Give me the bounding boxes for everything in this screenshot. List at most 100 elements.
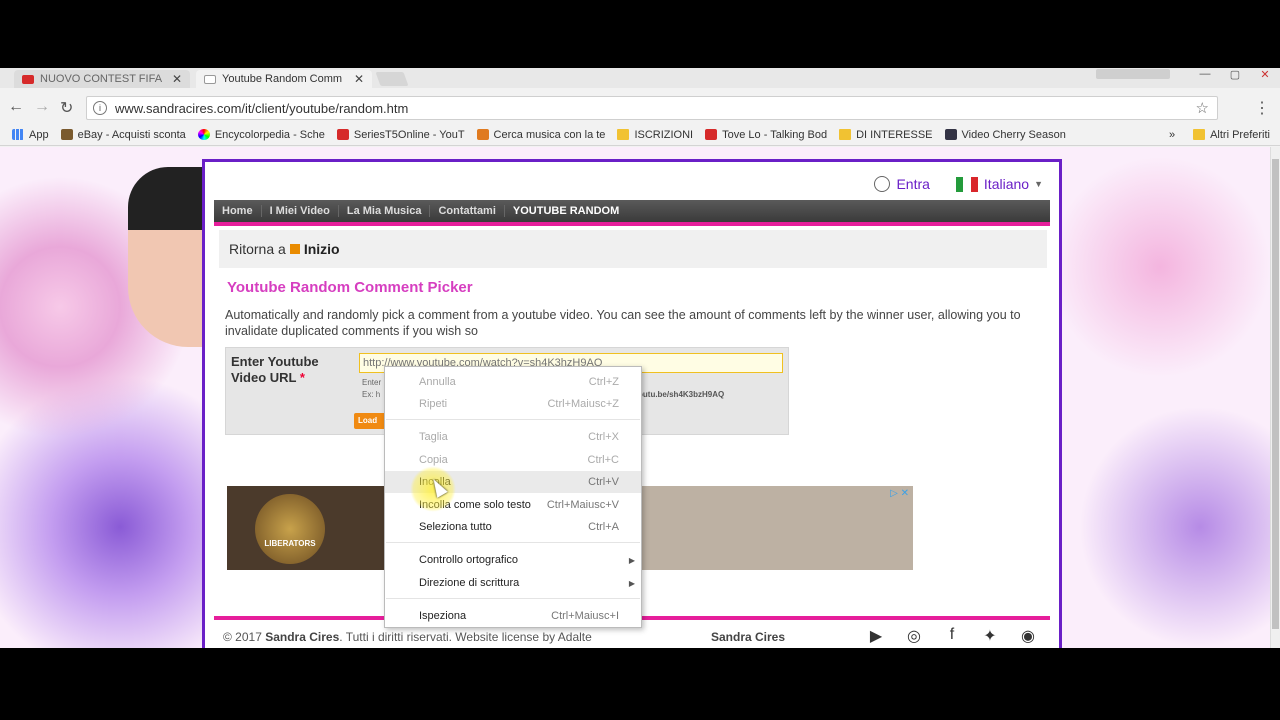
menu-dots-icon[interactable]: ⋮	[1254, 98, 1270, 118]
apps-grid-icon	[12, 129, 24, 140]
page-icon	[204, 74, 216, 84]
menu-item-label: Direzione di scrittura	[419, 577, 520, 589]
menu-item-controllo-ortografico[interactable]: Controllo ortografico ▶	[385, 549, 641, 571]
menu-item-label: Seleziona tutto	[419, 521, 492, 533]
url-hint-line1: Enter	[362, 378, 382, 387]
bookmark-cerca-musica[interactable]: Cerca musica con la te	[476, 129, 605, 141]
bookmark-label: Video Cherry Season	[961, 128, 1066, 141]
close-window-icon[interactable]: ✕	[1250, 68, 1280, 84]
back-arrow-icon[interactable]: ←	[8, 98, 24, 116]
info-icon[interactable]: i	[93, 101, 107, 115]
bookmark-ebay[interactable]: eBay - Acquisti sconta	[60, 129, 186, 141]
tab-youtube-random[interactable]: Youtube Random Comm ✕	[196, 70, 372, 88]
bookmark-label: SeriesT5Online - YouT	[353, 128, 465, 141]
bookmark-altri-preferiti[interactable]: Altri Preferiti	[1193, 129, 1270, 141]
bookmark-video-cherry[interactable]: Video Cherry Season	[944, 128, 1066, 141]
reload-icon[interactable]: ↻	[60, 98, 73, 118]
tab-fifa-contest[interactable]: NUOVO CONTEST FIFA P ✕	[14, 70, 190, 88]
menu-item-copia[interactable]: Copia Ctrl+C	[385, 449, 641, 471]
copyright-rest: . Tutti i diritti riservati. Website lic…	[339, 630, 592, 644]
bookmarks-overflow-button[interactable]: »	[1169, 129, 1175, 141]
new-tab-button[interactable]	[375, 72, 409, 86]
menu-item-shortcut: Ctrl+C	[587, 454, 619, 466]
bookmark-label: ISCRIZIONI	[634, 128, 694, 141]
bookmark-seriest5online[interactable]: SeriesT5Online - YouT	[336, 128, 465, 141]
menu-item-label: Controllo ortografico	[419, 554, 519, 566]
menu-separator	[386, 598, 640, 599]
bag-icon	[60, 129, 73, 140]
facebook-icon[interactable]: f	[941, 626, 963, 646]
menu-item-shortcut: Ctrl+X	[588, 431, 619, 443]
menu-item-ispeziona[interactable]: Ispeziona Ctrl+Maiusc+I	[385, 605, 641, 627]
profile-button[interactable]	[1096, 69, 1170, 79]
url-field-label: Enter Youtube Video URL *	[231, 354, 341, 386]
breadcrumb: Ritorna a Inizio	[219, 230, 1047, 268]
overflow-chevron-icon: »	[1168, 128, 1176, 141]
bookmark-label: DI INTERESSE	[856, 128, 933, 141]
youtube-icon[interactable]: ▶	[865, 626, 887, 646]
tab-strip: NUOVO CONTEST FIFA P ✕ Youtube Random Co…	[0, 68, 1280, 88]
footer-brand: Sandra Cires	[711, 630, 786, 644]
menu-item-label: Incolla come solo testo	[419, 499, 531, 511]
url-hint-example: outu.be/sh4K3bzH9AQ	[638, 390, 725, 399]
address-bar[interactable]: i www.sandracires.com/it/client/youtube/…	[86, 96, 1218, 120]
tab-title: NUOVO CONTEST FIFA P	[40, 73, 162, 85]
menu-item-direzione-scrittura[interactable]: Direzione di scrittura ▶	[385, 572, 641, 594]
nav-i-miei-video[interactable]: I Miei Video	[262, 205, 339, 217]
bookmark-encycolorpedia[interactable]: Encycolorpedia - Sche	[197, 129, 325, 141]
menu-item-ripeti[interactable]: Ripeti Ctrl+Maiusc+Z	[385, 393, 641, 415]
nav-home[interactable]: Home	[214, 205, 262, 217]
url-field-label-text: Enter Youtube Video URL	[231, 354, 319, 385]
forward-arrow-icon[interactable]: →	[34, 98, 50, 116]
window-controls: — ▢ ✕	[1190, 68, 1280, 84]
menu-item-annulla[interactable]: Annulla Ctrl+Z	[385, 371, 641, 393]
youtube-icon	[705, 129, 718, 140]
menu-item-seleziona-tutto[interactable]: Seleziona tutto Ctrl+A	[385, 516, 641, 538]
url-hint-line2: Ex: h	[362, 390, 381, 399]
menu-item-incolla-solo-testo[interactable]: Incolla come solo testo Ctrl+Maiusc+V	[385, 494, 641, 516]
nav-la-mia-musica[interactable]: La Mia Musica	[339, 205, 431, 217]
menu-separator	[386, 419, 640, 420]
breadcrumb-link-inizio[interactable]: Inizio	[304, 241, 340, 257]
ad-choices-close-icon[interactable]: ▷ ✕	[890, 488, 909, 499]
menu-item-shortcut: Ctrl+V	[588, 476, 619, 488]
menu-item-taglia[interactable]: Taglia Ctrl+X	[385, 426, 641, 448]
menu-item-label: Ripeti	[419, 398, 448, 410]
menu-item-label: Annulla	[419, 376, 456, 388]
menu-item-shortcut: Ctrl+Maiusc+V	[546, 499, 619, 511]
header-user-area: Entra Italiano ▼	[874, 176, 1043, 192]
login-link[interactable]: Entra	[896, 176, 929, 192]
nav-youtube-random[interactable]: YOUTUBE RANDOM	[505, 205, 627, 217]
close-tab-icon[interactable]: ✕	[354, 72, 364, 86]
chevron-down-icon[interactable]: ▼	[1034, 179, 1043, 189]
bookmark-star-icon[interactable]: ☆	[1196, 99, 1209, 117]
bookmark-tove-lo[interactable]: Tove Lo - Talking Bod	[705, 129, 827, 141]
bookmark-app[interactable]: App	[12, 129, 49, 141]
minimize-icon[interactable]: —	[1190, 68, 1220, 84]
ad-badge-logo: LIBERATORS	[255, 494, 325, 564]
required-mark: *	[299, 370, 305, 385]
nav-contattami[interactable]: Contattami	[430, 205, 505, 217]
page-title: Youtube Random Comment Picker	[227, 279, 473, 296]
bookmark-iscrizioni[interactable]: ISCRIZIONI	[617, 129, 693, 141]
folder-icon	[1193, 129, 1206, 140]
page-scrollbar[interactable]	[1270, 147, 1280, 648]
glasses-icon	[944, 129, 957, 140]
arrow-square-icon	[289, 244, 300, 254]
close-tab-icon[interactable]: ✕	[172, 72, 182, 86]
language-selector[interactable]: Italiano	[984, 176, 1029, 192]
maximize-icon[interactable]: ▢	[1220, 68, 1250, 84]
youtube-icon	[22, 74, 34, 84]
twitter-icon[interactable]: ✦	[979, 626, 1001, 646]
browser-toolbar: ← → ↻ i www.sandracires.com/it/client/yo…	[0, 88, 1280, 128]
color-wheel-icon	[197, 129, 210, 140]
bookmarks-bar: App eBay - Acquisti sconta Encycolorpedi…	[0, 124, 1280, 146]
scrollbar-thumb[interactable]	[1272, 159, 1279, 629]
bookmark-di-interesse[interactable]: DI INTERESSE	[839, 128, 933, 141]
menu-item-incolla[interactable]: Incolla Ctrl+V	[385, 471, 641, 493]
globe-icon[interactable]: ◉	[1017, 626, 1039, 646]
menu-item-shortcut: Ctrl+A	[588, 521, 619, 533]
menu-item-label: Ispeziona	[419, 610, 467, 622]
bookmark-label: App	[29, 128, 49, 141]
instagram-icon[interactable]: ◎	[903, 626, 925, 646]
